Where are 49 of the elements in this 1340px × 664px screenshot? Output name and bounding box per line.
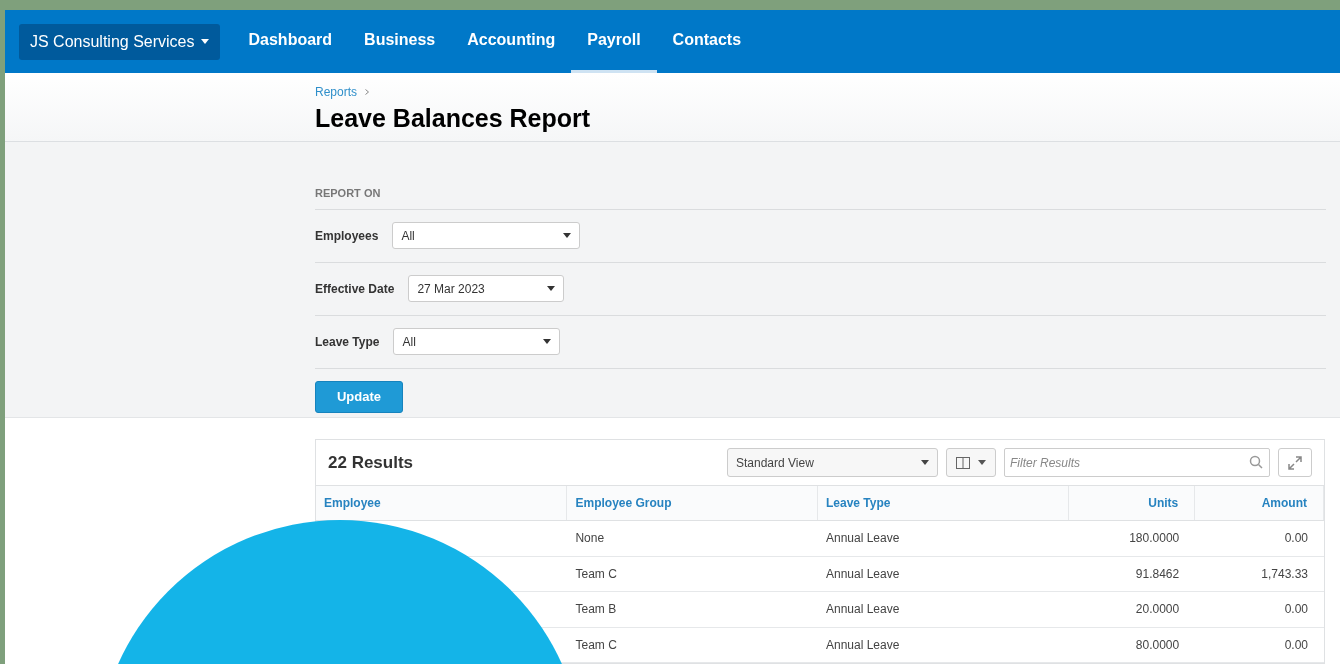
view-select[interactable]: Standard View — [727, 448, 938, 477]
results-count: 22 Results — [328, 451, 414, 474]
caret-icon — [563, 233, 572, 239]
table-cell-text: 0.00 — [1283, 530, 1309, 548]
caret-icon — [921, 460, 929, 465]
table-cell-text: 0.00 — [1283, 601, 1309, 619]
table-cell-text: Annual Leave — [824, 530, 901, 548]
column-header[interactable]: Amount — [1195, 486, 1324, 520]
organization-menu[interactable]: JS Consulting Services — [19, 23, 220, 60]
column-header[interactable]: Leave Type — [817, 486, 1070, 520]
page-title: Leave Balances Report — [315, 103, 592, 134]
chevron-icon — [365, 89, 370, 96]
table-cell-text: Team C — [574, 565, 618, 583]
filter-select[interactable]: 27 Mar 2023 — [408, 275, 565, 303]
table-cell-text: Annual Leave — [824, 601, 901, 619]
columns-menu[interactable] — [946, 448, 996, 477]
filter-label: Effective Date — [315, 280, 395, 298]
nav-tab[interactable]: Dashboard — [232, 10, 349, 74]
table-cell-text: Team B — [574, 601, 618, 619]
nav-tab[interactable]: Contacts — [656, 10, 758, 74]
nav-tab[interactable]: Accounting — [451, 10, 572, 74]
table-cell-text: Annual Leave — [824, 636, 901, 654]
filter-select[interactable]: All — [392, 222, 581, 250]
table-cell-text: Annual Leave — [824, 565, 901, 583]
table-cell-text: None — [574, 530, 606, 548]
table-cell-text: 80.0000 — [1134, 636, 1181, 654]
caret-icon — [547, 286, 556, 292]
table-cell-text: 0.00 — [1283, 636, 1309, 654]
filter-field[interactable]: Filter Results — [1004, 448, 1270, 477]
filter-select[interactable]: All — [393, 328, 561, 356]
columns-icon — [956, 456, 970, 469]
column-header[interactable]: Employee Group — [567, 486, 818, 520]
caret-icon — [200, 39, 209, 45]
column-header[interactable]: Units — [1069, 486, 1196, 520]
table-cell-text: Team C — [574, 636, 618, 654]
table-cell-text: 1,743.33 — [1260, 565, 1309, 583]
filter-label: Employees — [315, 227, 379, 245]
update-button[interactable]: Update — [315, 380, 403, 413]
caret-icon — [978, 460, 986, 465]
expand-icon — [1288, 455, 1302, 470]
breadcrumb-link[interactable]: Reports — [315, 83, 358, 102]
nav-tab[interactable]: Business — [348, 10, 452, 74]
section-heading: REPORT ON — [315, 185, 382, 201]
filter-label: Leave Type — [315, 333, 380, 351]
table-cell-text: 20.0000 — [1134, 601, 1181, 619]
search-icon — [1249, 455, 1263, 469]
table-cell-text: 91.8462 — [1134, 565, 1181, 583]
caret-icon — [543, 339, 552, 345]
table-cell-text: 180.0000 — [1128, 530, 1181, 548]
